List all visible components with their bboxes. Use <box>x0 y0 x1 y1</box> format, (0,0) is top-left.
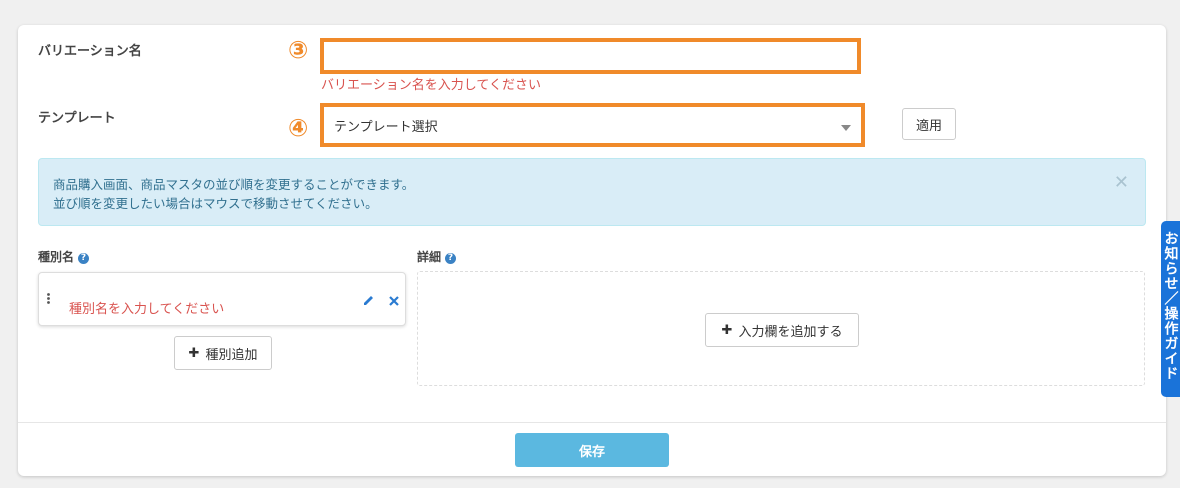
close-icon[interactable]: ✕ <box>1114 173 1129 192</box>
add-type-label: 種別追加 <box>205 347 258 363</box>
add-input-field-label: 入力欄を追加する <box>738 324 843 340</box>
edit-icon[interactable] <box>363 291 375 310</box>
drag-handle-icon[interactable] <box>47 289 50 308</box>
template-select[interactable]: テンプレート選択 <box>320 103 865 147</box>
type-item: 種別名を入力してください <box>38 272 406 326</box>
step-3-marker: ③ <box>288 36 309 64</box>
plus-icon: ✚ <box>721 322 733 338</box>
variation-name-label: バリエーション名 <box>38 44 142 59</box>
save-button[interactable]: 保存 <box>515 433 669 467</box>
add-input-field-button[interactable]: ✚ 入力欄を追加する <box>705 313 859 347</box>
delete-icon[interactable] <box>389 291 399 310</box>
alert-line-2: 並び順を変更したい場合はマウスで移動させてください。 <box>53 196 378 211</box>
type-name-header-text: 種別名 <box>38 250 75 264</box>
type-name-placeholder[interactable]: 種別名を入力してください <box>69 298 224 317</box>
footer-divider <box>18 422 1166 423</box>
variation-form-card: バリエーション名 ③ バリエーション名を入力してください テンプレート ④ テン… <box>18 25 1166 476</box>
chevron-down-icon <box>841 116 851 135</box>
step-4-marker: ④ <box>288 114 309 142</box>
template-select-value: テンプレート選択 <box>334 119 438 135</box>
template-label: テンプレート <box>38 111 116 126</box>
help-icon[interactable]: ? <box>445 253 457 264</box>
detail-area: ✚ 入力欄を追加する <box>417 271 1145 386</box>
detail-header: 詳細? <box>417 248 457 265</box>
info-alert: 商品購入画面、商品マスタの並び順を変更することができます。 並び順を変更したい場… <box>38 158 1146 226</box>
variation-name-input[interactable] <box>320 38 861 74</box>
add-type-button[interactable]: ✚ 種別追加 <box>174 336 272 370</box>
type-name-header: 種別名? <box>38 248 90 265</box>
detail-header-text: 詳細 <box>417 250 442 264</box>
apply-button[interactable]: 適用 <box>902 108 956 140</box>
alert-line-1: 商品購入画面、商品マスタの並び順を変更することができます。 <box>53 177 415 192</box>
news-guide-tab[interactable]: お知らせ／操作ガイド <box>1161 221 1180 397</box>
help-icon[interactable]: ? <box>78 253 90 264</box>
variation-name-error: バリエーション名を入力してください <box>321 78 541 93</box>
plus-icon: ✚ <box>188 345 200 361</box>
